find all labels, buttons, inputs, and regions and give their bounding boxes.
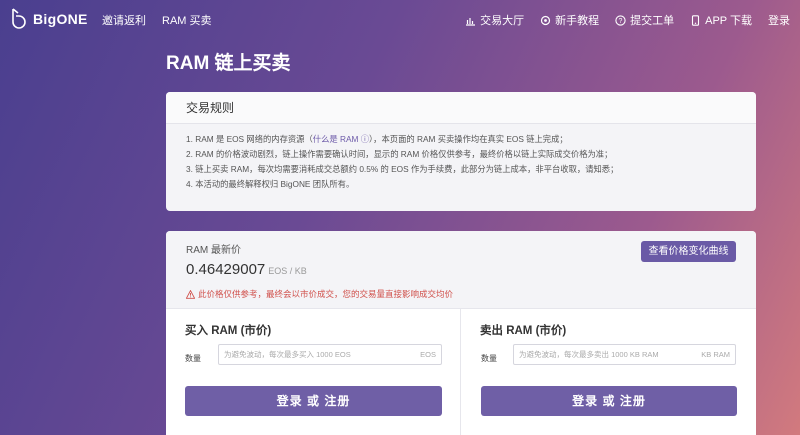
latest-price-unit: EOS / KB — [268, 266, 307, 276]
nav-ram-trade[interactable]: RAM 买卖 — [162, 12, 212, 28]
help-circle-icon: ? — [615, 14, 626, 26]
sell-quantity-unit: KB RAM — [701, 350, 730, 359]
sell-quantity-input[interactable]: 为避免波动，每次最多卖出 1000 KB RAM KB RAM — [513, 344, 736, 365]
what-is-ram-link[interactable]: 什么是 RAM ⓘ — [313, 134, 369, 144]
buy-quantity-input[interactable]: 为避免波动，每次最多买入 1000 EOS EOS — [218, 344, 442, 365]
buy-quantity-unit: EOS — [420, 350, 436, 359]
nav-app-download-label: APP 下载 — [705, 15, 752, 27]
nav-tutorial[interactable]: 新手教程 — [540, 12, 599, 28]
secondary-nav: 交易大厅 新手教程 ? 提交工单 APP 下载 登录 — [465, 12, 790, 28]
trading-rules-card: 交易规则 1. RAM 是 EOS 网络的内存资源（什么是 RAM ⓘ），本页面… — [166, 92, 756, 211]
rule-item-1-pre: 1. RAM 是 EOS 网络的内存资源（ — [186, 134, 313, 144]
gear-icon — [541, 15, 551, 25]
sell-login-register-button[interactable]: 登录 或 注册 — [481, 386, 737, 416]
rule-item-4: 4. 本活动的最终解释权归 BigONE 团队所有。 — [186, 179, 355, 189]
bigone-logo-icon — [12, 8, 26, 29]
ram-trade-card: RAM 最新价 0.46429007 EOS / KB 此价格仅供参考，最终会以市… — [166, 231, 756, 435]
nav-login-link[interactable]: 登录 — [768, 12, 790, 28]
latest-price-value: 0.46429007 — [186, 261, 266, 278]
price-warning: 此价格仅供参考，最终会以市价成交，您的交易量直接影响成交均价 — [186, 288, 453, 300]
rule-item-3: 3. 链上买卖 RAM，每次均需要消耗成交总额约 0.5% 的 EOS 作为手续… — [186, 164, 619, 174]
price-panel: RAM 最新价 0.46429007 EOS / KB 此价格仅供参考，最终会以市… — [166, 231, 756, 309]
price-warning-text: 此价格仅供参考，最终会以市价成交，您的交易量直接影响成交均价 — [198, 289, 454, 299]
chart-bar-icon — [466, 17, 476, 26]
trading-rules-heading: 交易规则 — [166, 92, 756, 124]
view-price-chart-button[interactable]: 查看价格变化曲线 — [641, 241, 736, 262]
sell-ram-title: 卖出 RAM (市价) — [480, 325, 567, 337]
phone-icon — [692, 14, 700, 26]
nav-submit-ticket-label: 提交工单 — [630, 15, 675, 27]
latest-price-label: RAM 最新价 — [186, 245, 241, 256]
sell-quantity-label: 数量 — [481, 354, 497, 363]
primary-nav: 邀请返利 RAM 买卖 — [102, 12, 212, 28]
buy-quantity-placeholder: 为避免波动，每次最多买入 1000 EOS — [224, 350, 351, 359]
brand-logo[interactable]: BigONE — [10, 8, 88, 29]
page-title: RAM 链上买卖 — [166, 53, 291, 74]
buy-ram-title: 买入 RAM (市价) — [185, 325, 272, 337]
nav-submit-ticket[interactable]: ? 提交工单 — [615, 12, 674, 28]
rule-item-2: 2. RAM 的价格波动剧烈，链上操作需要确认时间，显示的 RAM 价格仅供参考… — [186, 149, 613, 159]
buy-login-register-button[interactable]: 登录 或 注册 — [185, 386, 442, 416]
svg-text:?: ? — [619, 18, 623, 25]
buy-quantity-label: 数量 — [185, 354, 201, 363]
trading-rules-list: 1. RAM 是 EOS 网络的内存资源（什么是 RAM ⓘ），本页面的 RAM… — [166, 124, 756, 192]
warning-icon — [186, 289, 195, 299]
rule-item-1: 1. RAM 是 EOS 网络的内存资源（什么是 RAM ⓘ），本页面的 RAM… — [186, 132, 736, 147]
nav-app-download[interactable]: APP 下载 — [690, 12, 752, 28]
nav-invite-rebate[interactable]: 邀请返利 — [102, 12, 146, 28]
sell-quantity-placeholder: 为避免波动，每次最多卖出 1000 KB RAM — [519, 350, 659, 359]
top-navigation-bar: BigONE 邀请返利 RAM 买卖 交易大厅 新手教程 ? 提交工单 APP … — [0, 0, 800, 38]
rule-item-1-post: ），本页面的 RAM 买卖操作均在真实 EOS 链上完成； — [369, 134, 568, 144]
latest-price: 0.46429007 EOS / KB — [186, 261, 307, 278]
nav-tutorial-label: 新手教程 — [555, 15, 600, 27]
buy-ram-panel: 买入 RAM (市价) 数量 为避免波动，每次最多买入 1000 EOS EOS… — [166, 309, 461, 435]
nav-trading-hall[interactable]: 交易大厅 — [465, 12, 524, 28]
sell-ram-panel: 卖出 RAM (市价) 数量 为避免波动，每次最多卖出 1000 KB RAM … — [461, 309, 756, 435]
brand-name: BigONE — [33, 10, 88, 27]
nav-trading-hall-label: 交易大厅 — [480, 15, 525, 27]
